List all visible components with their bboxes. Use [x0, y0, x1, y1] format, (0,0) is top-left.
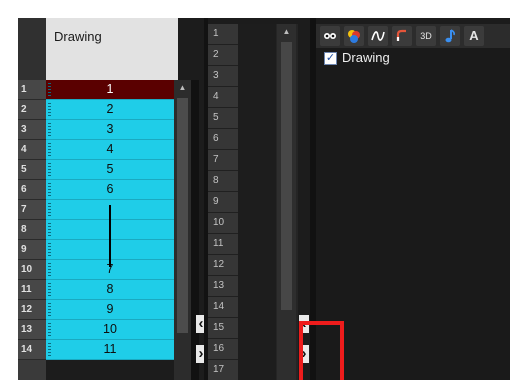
xsheet-column-name: Drawing: [54, 29, 102, 44]
xsheet-cell-value: 3: [106, 122, 114, 136]
xsheet-scrollbar[interactable]: ▲: [174, 80, 191, 380]
xsheet-column-header[interactable]: Drawing: [46, 18, 196, 81]
layer-visibility-checkbox[interactable]: ✓: [324, 52, 337, 65]
drag-handle-icon[interactable]: [48, 323, 51, 337]
timeline-frame-number: 17: [208, 360, 238, 380]
drag-handle-icon[interactable]: [48, 303, 51, 317]
exposure-hold-line: [109, 205, 111, 267]
xsheet-row-number: 14: [18, 340, 46, 360]
xsheet-cell[interactable]: 2: [46, 100, 174, 120]
timeline-frame-number: 3: [208, 66, 238, 87]
sound-icon[interactable]: [440, 26, 460, 46]
xsheet-cell[interactable]: 9: [46, 300, 174, 320]
timeline-frame-number: 15: [208, 318, 238, 339]
timeline-frame-number: 10: [208, 213, 238, 234]
scroll-up-arrow-icon[interactable]: ▲: [277, 24, 296, 40]
drag-handle-icon[interactable]: [48, 343, 51, 357]
xsheet-cell-value: 11: [103, 342, 117, 356]
xsheet-cell[interactable]: 10: [46, 320, 174, 340]
xsheet-row-number: 6: [18, 180, 46, 200]
drag-handle-icon[interactable]: [48, 263, 51, 277]
xsheet-row-number: 5: [18, 160, 46, 180]
xsheet-cell[interactable]: 3: [46, 120, 174, 140]
timeline-frame-number: 13: [208, 276, 238, 297]
xsheet-row-number: 3: [18, 120, 46, 140]
xsheet-cell[interactable]: 4: [46, 140, 174, 160]
drag-handle-icon[interactable]: [48, 83, 51, 97]
xsheet-header-gap: [178, 18, 196, 80]
eyes-icon[interactable]: [320, 26, 340, 46]
xsheet-cell-value: 6: [106, 182, 114, 196]
timeline-frame-number: 14: [208, 297, 238, 318]
timeline-scroll-thumb[interactable]: [281, 42, 292, 310]
timeline-frame-number: 11: [208, 234, 238, 255]
timeline-panel: 1 2 3 4 5 6 7 8 9 10 11 12 13 14 15 16 17 ▲: [208, 24, 298, 380]
xsheet-cell-value: 9: [106, 302, 114, 316]
xsheet-row-number: 10: [18, 260, 46, 280]
xsheet-cell[interactable]: 11: [46, 340, 174, 360]
layer-name: Drawing: [342, 50, 390, 65]
xsheet-scroll-thumb[interactable]: [177, 98, 188, 333]
color-icon[interactable]: [344, 26, 364, 46]
3d-icon[interactable]: 3D: [416, 26, 436, 46]
xsheet-edge: [191, 80, 199, 380]
text-icon[interactable]: A: [464, 26, 484, 46]
xsheet-row-number: 13: [18, 320, 46, 340]
xsheet-cell-value: 5: [106, 162, 114, 176]
xsheet-row-number: 9: [18, 240, 46, 260]
xsheet-cell[interactable]: 6: [46, 180, 174, 200]
drag-handle-icon[interactable]: [48, 203, 51, 217]
layer-toolbar: 3D A: [316, 24, 510, 48]
xsheet-row-number: 1: [18, 80, 46, 100]
drag-handle-icon[interactable]: [48, 283, 51, 297]
drag-handle-icon[interactable]: [48, 183, 51, 197]
xsheet-row-number: 2: [18, 100, 46, 120]
xsheet-cell-value: 4: [106, 142, 114, 156]
layer-panel: 3D A ✓ Drawing: [316, 24, 510, 380]
xsheet-row-number: 4: [18, 140, 46, 160]
timeline-track-area[interactable]: [238, 24, 276, 380]
timeline-frame-number: 9: [208, 192, 238, 213]
xsheet-corner: [18, 18, 46, 80]
xsheet-cell-value: 8: [106, 282, 114, 296]
xsheet-cell-value: 2: [106, 102, 114, 116]
timeline-frame-number: 8: [208, 171, 238, 192]
timeline-frame-number: 4: [208, 87, 238, 108]
scroll-up-arrow-icon[interactable]: ▲: [174, 80, 191, 96]
highlight-box: [299, 321, 344, 380]
timeline-frame-number: 7: [208, 150, 238, 171]
xsheet-row-number: 8: [18, 220, 46, 240]
drag-handle-icon[interactable]: [48, 143, 51, 157]
drag-handle-icon[interactable]: [48, 103, 51, 117]
timeline-frame-number: 1: [208, 24, 238, 45]
brush-icon[interactable]: [392, 26, 412, 46]
drag-handle-icon[interactable]: [48, 223, 51, 237]
xsheet-cell-value: 1: [106, 82, 114, 96]
timeline-frame-number: 12: [208, 255, 238, 276]
drag-handle-icon[interactable]: [48, 243, 51, 257]
drag-handle-icon[interactable]: [48, 163, 51, 177]
xsheet-row-number: 7: [18, 200, 46, 220]
timeline-frame-number: 2: [208, 45, 238, 66]
xsheet-cell[interactable]: 1: [46, 80, 174, 100]
timeline-frame-number: 6: [208, 129, 238, 150]
xsheet-cell[interactable]: 5: [46, 160, 174, 180]
xsheet-cell-value: 10: [103, 322, 117, 336]
toonboom-interface: Drawing 1 1 2 2 3 3 4 4 5 5 6 6 7 8 9 10 7 11 8 12 9 13 10 14 11…: [18, 18, 510, 380]
drag-handle-icon[interactable]: [48, 123, 51, 137]
xsheet-cell[interactable]: 8: [46, 280, 174, 300]
xsheet-row-number: 11: [18, 280, 46, 300]
timeline-scrollbar[interactable]: ▲: [277, 24, 296, 380]
curve-icon[interactable]: [368, 26, 388, 46]
timeline-frame-number: 16: [208, 339, 238, 360]
xsheet-row-number: 12: [18, 300, 46, 320]
timeline-frame-number: 5: [208, 108, 238, 129]
